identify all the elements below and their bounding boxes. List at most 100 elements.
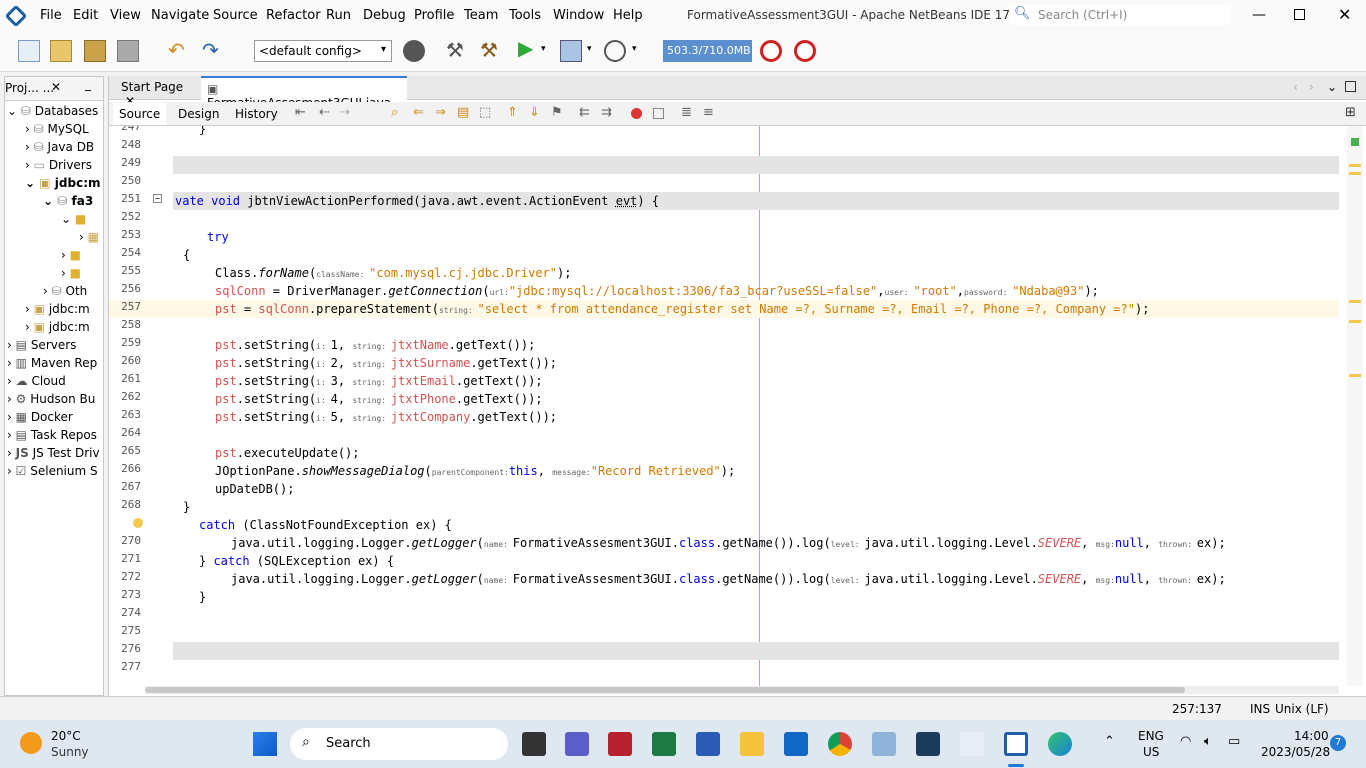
tree-item-tables[interactable]: ⌄ ■ [61,212,86,230]
teams-icon[interactable] [565,732,589,756]
battery-icon[interactable]: ▭ [1228,734,1240,749]
toggle-bookmark-icon[interactable]: ⚑ [551,105,563,120]
app-icon-2[interactable] [960,732,984,756]
scrollbar-thumb[interactable] [145,687,1185,693]
record-macro-icon[interactable] [631,108,642,119]
save-all-icon[interactable] [117,40,139,62]
tree-item-jdbc-connection[interactable]: ⌄ ▣ jdbc:m [25,176,101,194]
tree-item-jdbc-connection-2[interactable]: › ▣ jdbc:m [25,302,90,320]
tree-item-task-repos[interactable]: › ▤ Task Repos [7,428,97,446]
gc-icon[interactable] [760,40,782,62]
subtab-history[interactable]: History [235,107,278,121]
minimize-panel-icon[interactable]: _ [85,77,91,91]
scroll-tabs-right-icon[interactable]: › [1309,80,1314,94]
task-view-icon[interactable] [522,732,546,756]
access-icon[interactable] [608,732,632,756]
last-edit-icon[interactable]: ⇠ [319,105,330,120]
horizontal-scrollbar[interactable] [145,686,1339,694]
tree-item-js-test[interactable]: › JS JS Test Driv [7,446,100,464]
profile-gc-icon[interactable] [794,40,816,62]
shift-right-icon[interactable]: ⇉ [601,105,612,120]
tree-item-docker[interactable]: › ▦ Docker [7,410,73,428]
file-explorer-icon[interactable] [740,732,764,756]
stop-macro-icon[interactable] [653,108,664,119]
clock-time[interactable]: 14:00 [1294,729,1329,743]
tree-item-jdbc-connection-3[interactable]: › ▣ jdbc:m [25,320,90,338]
prev-bookmark-icon[interactable]: ⇑ [507,105,518,120]
fold-icon[interactable]: − [153,194,162,203]
error-stripe[interactable] [1347,126,1363,686]
menu-run[interactable]: Run [326,8,351,23]
globe-icon[interactable] [403,40,425,62]
debug-icon[interactable] [560,40,582,62]
tree-item-selenium[interactable]: › ☑ Selenium S [7,464,98,482]
menu-file[interactable]: File [40,8,62,23]
word-icon[interactable] [696,732,720,756]
menu-navigate[interactable]: Navigate [151,8,209,23]
undo-icon[interactable]: ↶ [168,38,185,62]
hint-bulb-icon[interactable] [133,518,143,528]
tree-item-table[interactable]: › ▦ [79,230,99,248]
weather-temp[interactable]: 20°C [51,729,81,743]
region-indicator[interactable]: US [1143,745,1159,759]
menu-refactor[interactable]: Refactor [266,8,321,23]
search-box[interactable]: 🔍︎ Search (Ctrl+I) [1010,5,1230,25]
notification-badge[interactable]: 7 [1330,735,1346,751]
tab-java-file[interactable]: ▣ FormativeAssesment3GUI.java ✕ [201,76,407,124]
minimize-button[interactable]: — [1252,7,1266,23]
subtab-source[interactable]: Source [113,103,167,125]
new-project-icon[interactable] [50,40,72,62]
menu-edit[interactable]: Edit [73,8,98,23]
performance-monitor-icon[interactable] [872,732,896,756]
run-icon[interactable]: ▶ [518,36,533,60]
next-bookmark-icon[interactable]: ⇓ [529,105,540,120]
config-dropdown[interactable]: <default config> ▾ [254,40,392,62]
open-project-icon[interactable] [84,40,106,62]
projects-tab[interactable]: Proj... ... [5,81,54,95]
scroll-tabs-left-icon[interactable]: ‹ [1293,80,1298,94]
forward-icon[interactable]: ⇢ [339,105,350,120]
clean-build-icon[interactable]: ⚒ [480,38,498,62]
wifi-icon[interactable]: ◠ [1180,734,1191,749]
language-indicator[interactable]: ENG [1138,729,1164,743]
tree-item-procedures[interactable]: › ■ [61,266,81,284]
chevron-up-icon[interactable]: ⌃ [1104,734,1115,749]
maximize-button[interactable] [1294,9,1305,20]
split-editor-icon[interactable]: ⊞ [1345,105,1356,120]
comment-icon[interactable]: ≣ [681,105,692,120]
debug-dropdown-icon[interactable]: ▾ [587,44,592,54]
toggle-rectangular-icon[interactable]: ⬚ [479,105,491,120]
tab-start-page[interactable]: Start Page ✕ [113,76,199,108]
tree-item-other[interactable]: › ⛁ Oth [43,284,87,302]
tree-item-javadb[interactable]: › ⛁ Java DB [25,140,94,158]
uncomment-icon[interactable]: ≡ [703,105,714,120]
memory-indicator[interactable]: 503.3/710.0MB [663,40,752,62]
tree-item-maven[interactable]: › ▥ Maven Rep [7,356,97,374]
menu-window[interactable]: Window [553,8,604,23]
speaker-icon[interactable]: 🔈︎ [1204,734,1212,749]
find-selection-icon[interactable]: ⌕ [391,105,398,120]
menu-profile[interactable]: Profile [414,8,454,23]
taskbar-search[interactable]: ⌕ Search [290,728,508,760]
find-next-icon[interactable]: ⇒ [435,105,446,120]
line-endings[interactable]: Unix (LF) [1275,702,1329,716]
menu-debug[interactable]: Debug [363,8,406,23]
profile-dropdown-icon[interactable]: ▾ [632,44,637,54]
outlook-icon[interactable] [784,732,808,756]
chrome-icon[interactable] [828,732,852,756]
excel-icon[interactable] [652,732,676,756]
menu-team[interactable]: Team [464,8,498,23]
run-dropdown-icon[interactable]: ▾ [541,44,546,54]
find-previous-icon[interactable]: ⇐ [413,105,424,120]
clock-date[interactable]: 2023/05/28 [1261,745,1330,759]
start-icon[interactable] [253,732,277,756]
build-hammer-icon[interactable]: ⚒ [446,38,464,62]
weather-desc[interactable]: Sunny [51,745,89,759]
menu-view[interactable]: View [110,8,141,23]
edge-icon[interactable] [1048,732,1072,756]
profile-icon[interactable] [604,40,626,62]
tree-item-views[interactable]: › ■ [61,248,81,266]
shift-left-icon[interactable]: ⇇ [579,105,590,120]
tree-item-servers[interactable]: › ▤ Servers [7,338,76,356]
menu-source[interactable]: Source [213,8,258,23]
